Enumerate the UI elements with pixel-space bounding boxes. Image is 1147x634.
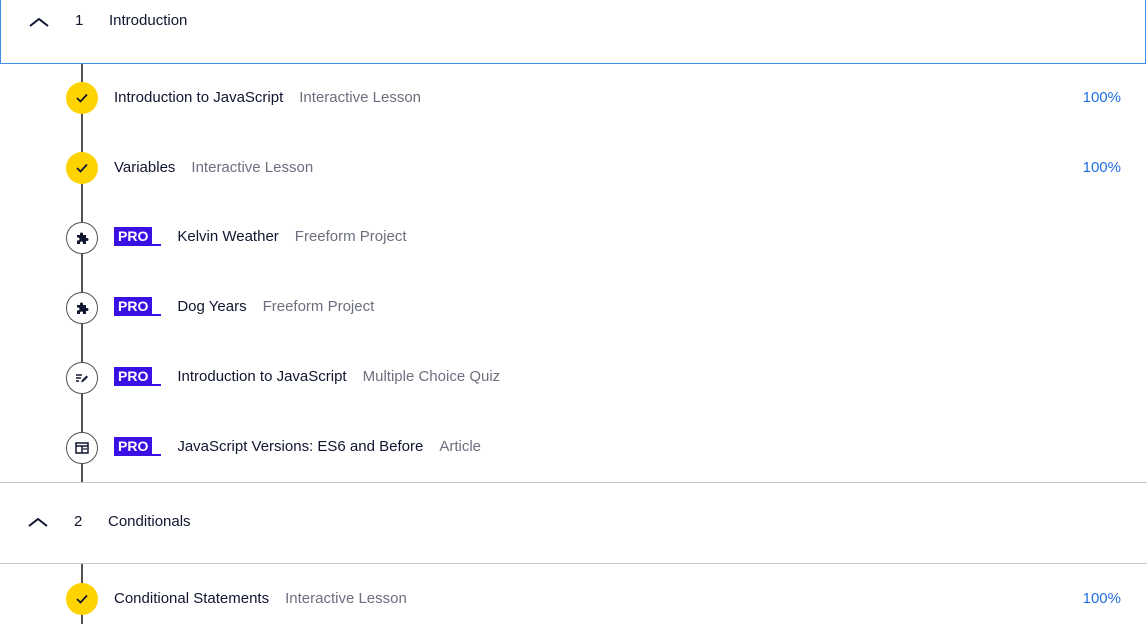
section-header-introduction[interactable]: 1 Introduction [0, 0, 1146, 64]
check-icon [66, 152, 98, 184]
item-title: Introduction to JavaScript [114, 89, 284, 106]
puzzle-icon [66, 222, 98, 254]
item-type: Article [439, 438, 482, 455]
list-item[interactable]: PRO Introduction to JavaScript Multiple … [0, 343, 1147, 413]
section-title: Conditionals [108, 513, 191, 530]
pro-badge: PRO [114, 367, 153, 386]
pro-badge-underline [152, 453, 162, 456]
quiz-pencil-icon [66, 362, 98, 394]
pro-badge: PRO [114, 437, 153, 456]
list-item[interactable]: PRO JavaScript Versions: ES6 and Before … [0, 413, 1147, 483]
article-icon [66, 432, 98, 464]
section-number: 2 [74, 513, 83, 530]
list-item[interactable]: Introduction to JavaScript Interactive L… [0, 63, 1147, 133]
list-item[interactable]: PRO Kelvin Weather Freeform Project [0, 203, 1147, 273]
check-icon [66, 82, 98, 114]
pro-badge: PRO [114, 227, 153, 246]
item-type: Interactive Lesson [299, 89, 422, 106]
section-header-conditionals[interactable]: 2 Conditionals [0, 482, 1147, 564]
list-item[interactable]: Variables Interactive Lesson 100% [0, 133, 1147, 203]
pro-badge-underline [152, 243, 162, 246]
item-title: Conditional Statements [114, 590, 270, 607]
item-title: Kelvin Weather [177, 228, 279, 245]
item-type: Interactive Lesson [191, 159, 314, 176]
item-type: Freeform Project [294, 228, 407, 245]
pro-badge-underline [152, 313, 162, 316]
list-item[interactable]: PRO Dog Years Freeform Project [0, 273, 1147, 343]
section-number: 1 [75, 12, 84, 29]
puzzle-icon [66, 292, 98, 324]
item-title: Dog Years [177, 298, 247, 315]
check-icon [66, 583, 98, 615]
item-title: JavaScript Versions: ES6 and Before [177, 438, 424, 455]
item-title: Introduction to JavaScript [177, 368, 347, 385]
section-title: Introduction [109, 12, 188, 29]
pro-badge: PRO [114, 297, 153, 316]
item-progress: 100% [1082, 590, 1121, 607]
item-type: Interactive Lesson [285, 590, 407, 607]
chevron-up-icon [28, 517, 48, 527]
pro-badge-underline [152, 383, 162, 386]
chevron-up-icon [29, 17, 49, 27]
item-title: Variables [114, 159, 176, 176]
item-progress: 100% [1082, 159, 1121, 176]
item-type: Freeform Project [262, 298, 375, 315]
item-progress: 100% [1082, 89, 1121, 106]
item-type: Multiple Choice Quiz [362, 368, 501, 385]
